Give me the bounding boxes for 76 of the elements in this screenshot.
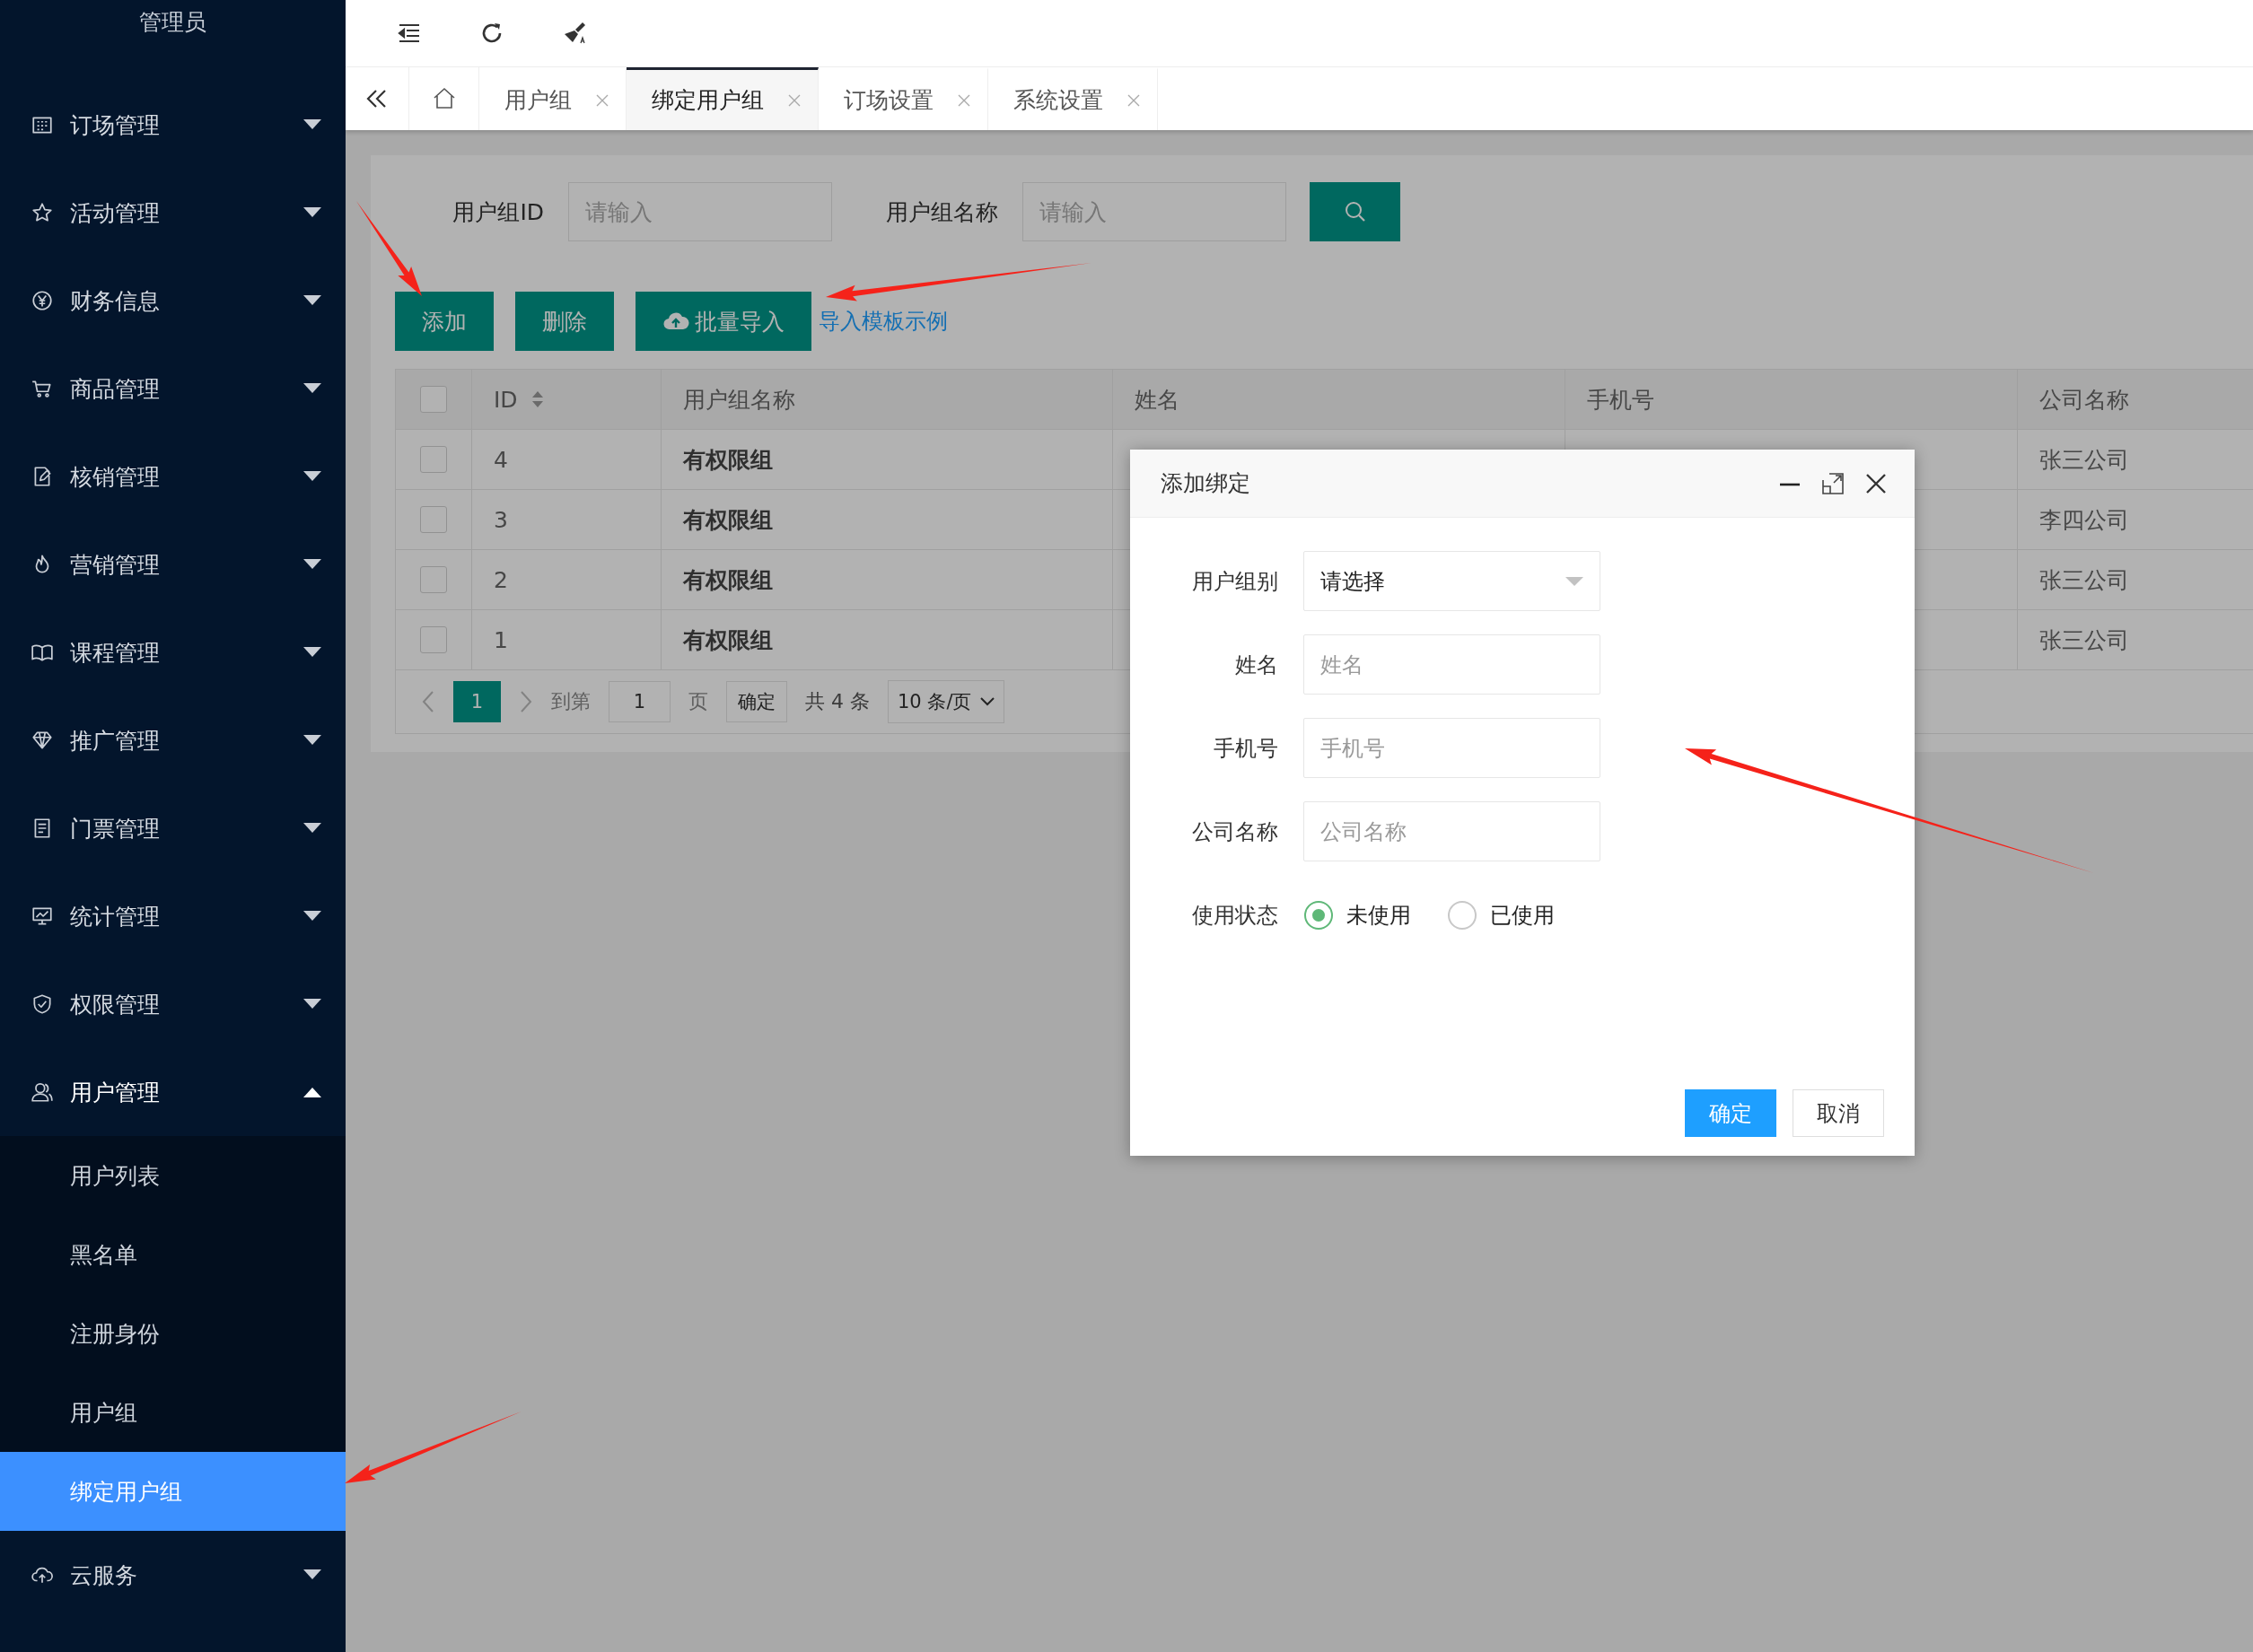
sidebar-item[interactable]: 订场管理 — [0, 81, 346, 169]
radio-option[interactable]: 未使用 — [1303, 899, 1411, 931]
select-field[interactable]: 请选择 — [1303, 551, 1600, 611]
total-count: 共 4 条 — [805, 689, 870, 714]
radio-option[interactable]: 已使用 — [1447, 899, 1555, 931]
page-input[interactable]: 1 — [609, 681, 671, 722]
table-cell-text: 李四公司 — [2039, 505, 2129, 535]
table-cell-text: 有权限组 — [683, 625, 773, 655]
sidebar-subitem[interactable]: 注册身份 — [0, 1294, 346, 1373]
table-cell: 2 — [494, 566, 508, 593]
field-label: 姓名 — [1234, 651, 1279, 679]
sidebar-item[interactable]: 课程管理 — [0, 608, 346, 696]
field-label: 公司名称 — [1191, 817, 1279, 846]
search-button[interactable] — [1310, 182, 1400, 241]
column-header: 手机号 — [1587, 385, 1654, 415]
column-header: 公司名称 — [2039, 385, 2129, 415]
table-cell-text: 张三公司 — [2039, 625, 2129, 655]
confirm-button[interactable]: 确定 — [726, 681, 787, 722]
chevron-left-icon[interactable] — [421, 690, 435, 713]
checkbox[interactable] — [420, 446, 447, 473]
sidebar-item[interactable]: 推广管理 — [0, 696, 346, 784]
table-cell: 1 — [494, 626, 508, 653]
checkbox[interactable] — [420, 566, 447, 593]
field-label: 用户组ID — [451, 197, 545, 227]
sidebar-item[interactable]: 财务信息 — [0, 257, 346, 345]
user-icon — [31, 1080, 54, 1104]
chevron-down-icon — [980, 697, 995, 706]
column-header: 姓名 — [1135, 385, 1179, 415]
input-field[interactable]: 姓名 — [1303, 634, 1600, 695]
chart-icon — [31, 905, 54, 928]
checkbox[interactable] — [420, 386, 447, 413]
field-label: 用户组名称 — [885, 197, 999, 227]
table-cell-text: 张三公司 — [2039, 445, 2129, 475]
sidebar-item[interactable]: 核销管理 — [0, 433, 346, 520]
table-cell-text: 有权限组 — [683, 505, 773, 535]
field-label: 用户组别 — [1191, 567, 1279, 596]
sidebar-item[interactable]: 云服务 — [0, 1531, 346, 1619]
sidebar-item[interactable]: 统计管理 — [0, 872, 346, 960]
field-label: 使用状态 — [1191, 901, 1279, 930]
chevron-right-icon[interactable] — [519, 690, 533, 713]
input-field[interactable]: 请输入 — [1022, 182, 1286, 241]
checkbox[interactable] — [420, 626, 447, 653]
sidebar-subitem[interactable]: 用户组 — [0, 1373, 346, 1452]
checkbox[interactable] — [420, 506, 447, 533]
column-header: 用户组名称 — [683, 385, 795, 415]
cancel-button[interactable]: 取消 — [1793, 1089, 1884, 1137]
sidebar-item[interactable]: 用户管理 — [0, 1048, 346, 1136]
field-label: 手机号 — [1213, 734, 1279, 763]
sidebar-item[interactable]: 商品管理 — [0, 345, 346, 433]
sidebar-item[interactable]: 权限管理 — [0, 960, 346, 1048]
shield-icon — [31, 992, 54, 1016]
table-cell-text: 有权限组 — [683, 565, 773, 595]
input-field[interactable]: 手机号 — [1303, 718, 1600, 778]
table-cell-text: 有权限组 — [683, 445, 773, 475]
page-size-select[interactable]: 10 条/页 — [888, 680, 1005, 723]
input-field[interactable]: 请输入 — [568, 182, 832, 241]
column-header: ID — [494, 386, 518, 413]
table-cell-text: 张三公司 — [2039, 565, 2129, 595]
tab[interactable]: 绑定用户组 — [627, 67, 819, 130]
close-icon[interactable] — [1864, 471, 1888, 495]
dialog-title: 添加绑定 — [1161, 469, 1251, 498]
input-field[interactable]: 公司名称 — [1303, 801, 1600, 861]
caret-icon — [1565, 576, 1583, 586]
goto-label: 到第 — [551, 689, 591, 714]
sort-icon[interactable] — [530, 389, 545, 409]
table-cell: 3 — [494, 506, 508, 533]
maximize-icon[interactable] — [1821, 471, 1845, 495]
sidebar-item[interactable]: 门票管理 — [0, 784, 346, 872]
page-unit: 页 — [688, 689, 708, 714]
sidebar-subitem[interactable]: 黑名单 — [0, 1215, 346, 1294]
sidebar-item[interactable]: 营销管理 — [0, 520, 346, 608]
sidebar-subitem[interactable]: 用户列表 — [0, 1136, 346, 1215]
sidebar-title: 管理员 — [138, 8, 207, 37]
table-cell: 4 — [494, 446, 508, 473]
yen-icon — [31, 289, 54, 312]
sidebar-item[interactable]: 活动管理 — [0, 169, 346, 257]
